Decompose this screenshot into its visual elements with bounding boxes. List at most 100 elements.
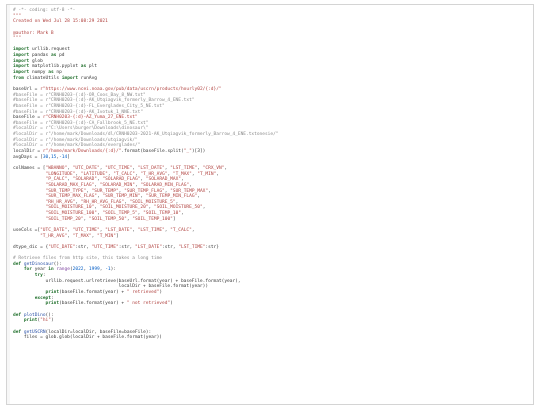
code-token: files = glob.glob(localDir + baseFile.fo… — [13, 335, 163, 341]
code-token: colNames = [ — [13, 165, 46, 171]
code-token: "T_HR_AVG" — [40, 233, 68, 239]
code-token: "SUR_TEMP_MIN_FLAG" — [145, 194, 198, 200]
code-token: "LST_TIME" — [178, 244, 206, 250]
code-line[interactable]: files = glob.glob(localDir + baseFile.fo… — [13, 335, 529, 341]
code-token: "T_CALC" — [113, 171, 135, 177]
code-token: baseUrl = — [13, 86, 41, 92]
code-token: "T_MAX" — [172, 171, 192, 177]
code-token: "SOIL_TEMP_100" — [132, 216, 173, 222]
code-token: , — [181, 177, 184, 183]
code-token: #baseFile = r"CRNH0203-{:d}-OR_Coos_Bay_… — [13, 92, 146, 98]
code-token: (localDir=localDir, baseFile=baseFile): — [45, 329, 152, 335]
code-token: "P_CALC" — [45, 177, 68, 183]
code-token: "LATITUDE" — [80, 171, 108, 177]
code-token: r"/home/mark/Downloads/{:d}/" — [42, 149, 122, 155]
code-token: "SOLARAD_MIN_FLAG" — [140, 182, 190, 188]
code-token: "hi" — [40, 318, 51, 324]
code-token: " not retrieved" — [126, 301, 171, 307]
code-token: "T_HR_AVG" — [140, 171, 168, 177]
code-token: ) — [170, 301, 173, 307]
code-token: except — [34, 295, 51, 301]
code-token: :str, — [75, 244, 92, 250]
code-token: "SUR_TEMP_FLAG" — [124, 188, 165, 194]
code-token: ] — [115, 233, 119, 239]
code-token: ] — [172, 216, 176, 222]
code-token: "SOIL_MOISTURE_20" — [99, 205, 149, 211]
code-token: ): — [110, 267, 117, 273]
code-token: runAvg — [78, 75, 98, 81]
code-token: "SOLARAD" — [72, 177, 98, 183]
code-token: avgDays = [ — [13, 154, 43, 160]
code-token: plotDino — [23, 312, 46, 318]
code-token: "WBANNO" — [45, 165, 68, 171]
code-token: , — [189, 182, 192, 188]
code-token: 1999 — [88, 267, 100, 273]
code-token: "SUR_TEMP_MAX" — [170, 188, 209, 194]
code-token: , — [181, 211, 184, 217]
code-token: pd — [56, 53, 65, 59]
code-token: r"https://www.ncei.noaa.gov/pub/data/usc… — [40, 86, 222, 92]
code-token: "T_CALC" — [170, 227, 192, 233]
code-token: (): — [45, 312, 54, 318]
code-token: : — [50, 295, 54, 301]
code-token: ) — [50, 318, 54, 324]
code-token: "UTC_TIME" — [72, 227, 100, 233]
code-token: , — [224, 165, 228, 171]
code-token: # -*- coding: utf-8 -*- — [13, 8, 76, 13]
code-token: #baseFile = r"CRNH0203-{:d}-FL_Everglade… — [13, 103, 165, 109]
code-token: : — [42, 273, 46, 279]
code-token: Created on Wed Jul 28 15:08:29 2021 — [13, 19, 108, 25]
code-token: , — [208, 188, 211, 194]
code-token: (baseFile.format(year) + — [59, 290, 127, 296]
code-token: numpy — [29, 70, 49, 76]
code-token: try — [34, 273, 43, 279]
code-token: import — [13, 53, 30, 59]
code-token: print — [45, 301, 60, 307]
code-token: " retrieved" — [126, 290, 160, 296]
code-token: .format(baseFile.split( — [121, 149, 184, 155]
code-token: @author: Mark B — [13, 30, 54, 36]
code-token: #baseFile = r"CRNH0203-{:d}-AK_Ivotuk_1_… — [13, 109, 144, 115]
code-token: import — [61, 75, 79, 81]
code-token: "LST_TIME" — [137, 227, 165, 233]
code-token: "T_MAX" — [72, 233, 92, 239]
code-token: climateUtils — [23, 75, 62, 81]
code-token: from — [13, 75, 24, 81]
code-editor[interactable]: # -*- coding: utf-8 -*- """ Created on Wed… — [6, 4, 534, 405]
code-token: "SOIL_TEMP_10" — [143, 211, 182, 217]
code-token: "SOLARAD_FLAG" — [102, 177, 141, 183]
code-token: getUSCRN — [23, 329, 46, 335]
code-token: year — [31, 267, 49, 273]
code-token: (baseFile.format(year) + — [59, 301, 127, 307]
code-token: "SUR_TEMP_MAX_FLAG" — [45, 194, 97, 200]
code-token: "LONGITUDE" — [45, 171, 76, 177]
code-token: useCols =[ — [13, 227, 41, 233]
code-token: urllib.request — [29, 47, 70, 53]
code-token: plt — [86, 64, 98, 70]
code-token: import — [13, 64, 30, 70]
code-token: , — [197, 194, 200, 200]
code-token: def — [13, 312, 22, 318]
code-token: 2022 — [72, 267, 84, 273]
code-token: "SOIL_MOISTURE_100" — [45, 211, 97, 217]
code-token: "SOIL_TEMP_50" — [88, 216, 127, 222]
code-token: :str, — [162, 244, 179, 250]
code-token: "SOLARAD_MIN" — [99, 182, 135, 188]
code-token: ) — [159, 290, 163, 296]
code-text[interactable]: # -*- coding: utf-8 -*- """ Created on Wed… — [13, 8, 529, 341]
code-token: "SUR_TEMP_MIN" — [102, 194, 141, 200]
code-token: baseFile = — [13, 115, 43, 121]
code-token: "_" — [183, 149, 192, 155]
code-token: "SUR_TEMP" — [91, 188, 119, 194]
code-token: localDir + baseFile.format(year)) — [13, 284, 209, 290]
code-token: localDir = — [13, 149, 43, 155]
